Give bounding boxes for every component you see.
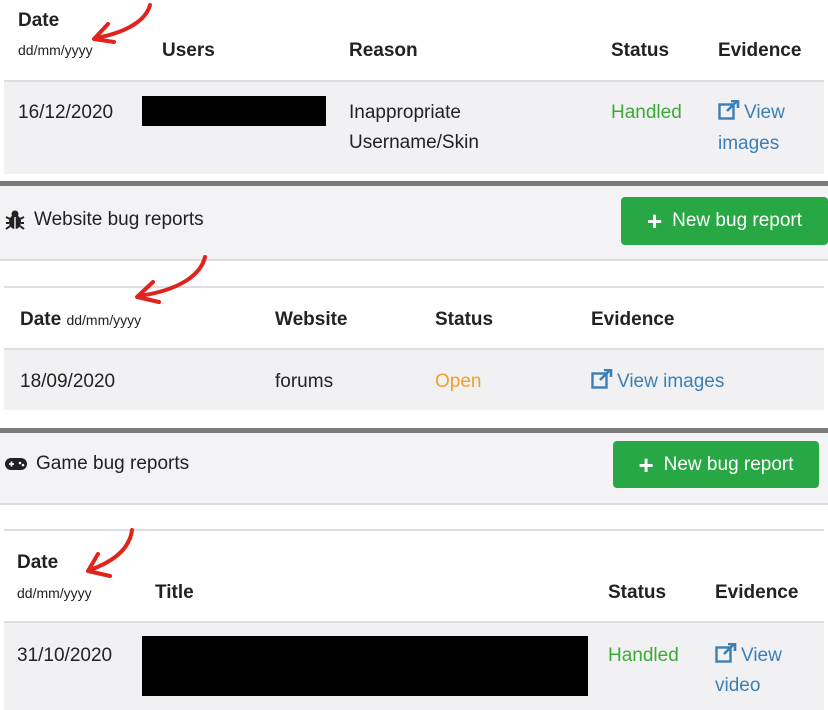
status-badge: Open [435,371,482,392]
header-date-format: dd/mm/yyyy [66,312,142,328]
new-game-bug-label[interactable]: New bug report [664,454,794,476]
annotation-arrow [135,255,207,304]
header-date-label: Date [20,309,62,330]
game-bugs-title-text: Game bug reports [36,453,190,474]
row-date: 31/10/2020 [17,645,113,666]
card-divider [0,503,828,505]
row-date: 16/12/2020 [18,102,114,123]
header-users: Users [162,40,215,61]
header-date: Date [17,552,59,573]
gamepad-icon [5,458,27,470]
bug-icon [5,210,25,230]
game-bugs-title: Game bug reports [4,453,189,475]
view-images-link-line2[interactable]: images [718,129,779,159]
plus-icon: + [638,449,654,480]
external-link-icon [591,368,613,389]
new-website-bug-button[interactable]: + New bug report [621,197,828,245]
annotation-arrow [86,528,134,578]
header-status: Status [435,309,494,330]
header-website: Website [275,309,348,330]
header-title: Title [155,582,194,603]
view-video-link[interactable]: View [715,641,782,671]
header-evidence: Evidence [715,582,799,603]
status-badge: Handled [608,645,679,666]
header-status: Status [611,40,670,61]
view-link-label[interactable]: View images [617,371,724,392]
view-images-link[interactable]: View [718,98,785,128]
new-game-bug-button[interactable]: + New bug report [613,441,819,488]
redacted-username [142,96,326,126]
header-status: Status [608,582,667,603]
annotation-arrow [92,3,152,44]
row-reason-line2: Username/Skin [349,132,479,153]
row-date: 18/09/2020 [20,371,116,392]
header-date: Date dd/mm/yyyy [20,309,141,331]
row-website: forums [275,371,334,392]
external-link-icon [718,99,740,120]
view-link-label[interactable]: View [741,645,782,666]
header-date: Date [18,10,60,31]
website-bugs-title-text: Website bug reports [34,209,204,230]
external-link-icon [715,642,737,663]
view-video-link-line2[interactable]: video [715,671,760,701]
header-date-format: dd/mm/yyyy [17,585,92,601]
header-evidence: Evidence [718,40,802,61]
row-reason-line1: Inappropriate [349,102,461,123]
header-reason: Reason [349,40,418,61]
new-website-bug-label[interactable]: New bug report [672,210,802,232]
header-evidence: Evidence [591,309,675,330]
view-images-link[interactable]: View images [591,367,724,397]
status-badge: Handled [611,102,682,123]
plus-icon: + [646,206,663,236]
view-link-label[interactable]: View [744,102,785,123]
website-bugs-title: Website bug reports [4,209,204,231]
redacted-title [142,636,588,696]
